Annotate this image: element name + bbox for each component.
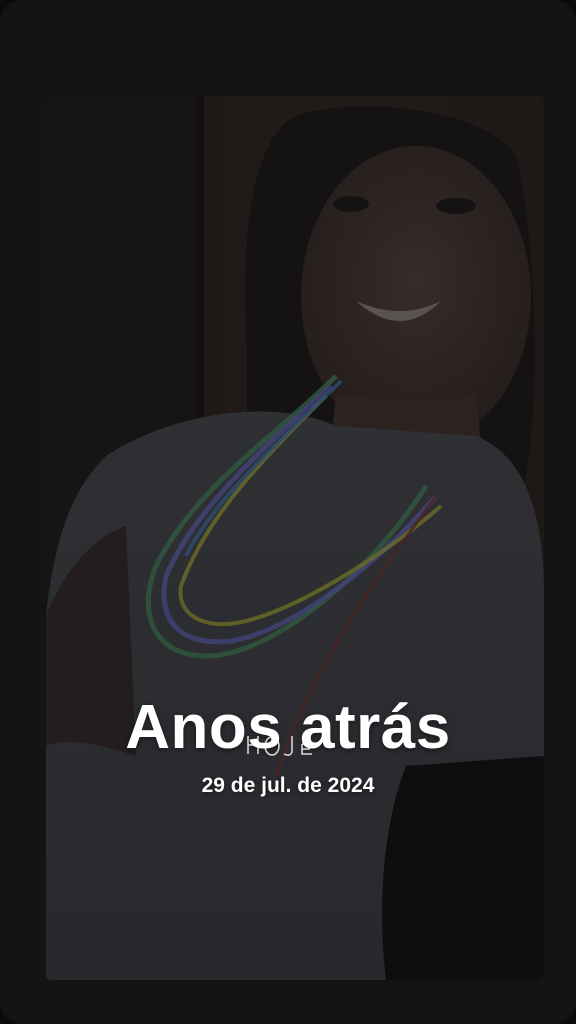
memory-card[interactable]: Anos atrás 29 de jul. de 2024 — [0, 0, 576, 1024]
memory-date: 29 de jul. de 2024 — [201, 774, 375, 797]
photo-dim-overlay — [46, 96, 544, 980]
handwritten-doodle — [247, 736, 312, 756]
